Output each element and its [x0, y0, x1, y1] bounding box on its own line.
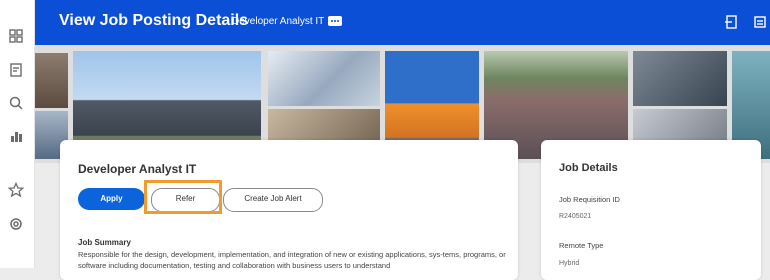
header-subtitle: Developer Analyst IT [232, 16, 325, 27]
create-job-alert-button[interactable]: Create Job Alert [223, 188, 323, 212]
dashboard-icon[interactable] [8, 28, 24, 44]
page-title: View Job Posting Details [59, 12, 249, 29]
export-icon[interactable] [725, 14, 739, 30]
photo-laboratory [268, 51, 380, 106]
photo-manufacturing [633, 51, 727, 106]
page-header: View Job Posting Details Developer Analy… [35, 0, 770, 45]
job-details-card: Job Details Job Requisition ID R2405021 … [541, 140, 761, 280]
remote-type-value: Hybrid [559, 260, 580, 267]
star-icon[interactable] [8, 182, 24, 198]
apply-button[interactable]: Apply [78, 188, 145, 210]
job-details-heading: Job Details [559, 162, 618, 174]
more-options-icon[interactable] [328, 16, 342, 26]
print-icon[interactable] [753, 14, 767, 30]
settings-icon[interactable] [8, 216, 24, 232]
search-icon[interactable] [8, 95, 24, 111]
left-nav-rail [0, 0, 35, 268]
refer-highlight-box [144, 180, 222, 214]
job-posting-card: Developer Analyst IT Apply Refer Create … [60, 140, 518, 280]
job-summary-heading: Job Summary [78, 238, 131, 247]
job-title: Developer Analyst IT [78, 162, 197, 176]
remote-type-label: Remote Type [559, 241, 604, 250]
requisition-id-label: Job Requisition ID [559, 195, 620, 204]
org-chart-icon[interactable] [8, 128, 24, 144]
photo-employee-portrait [35, 53, 68, 108]
requisition-id-value: R2405021 [559, 213, 592, 220]
report-icon[interactable] [8, 62, 24, 78]
